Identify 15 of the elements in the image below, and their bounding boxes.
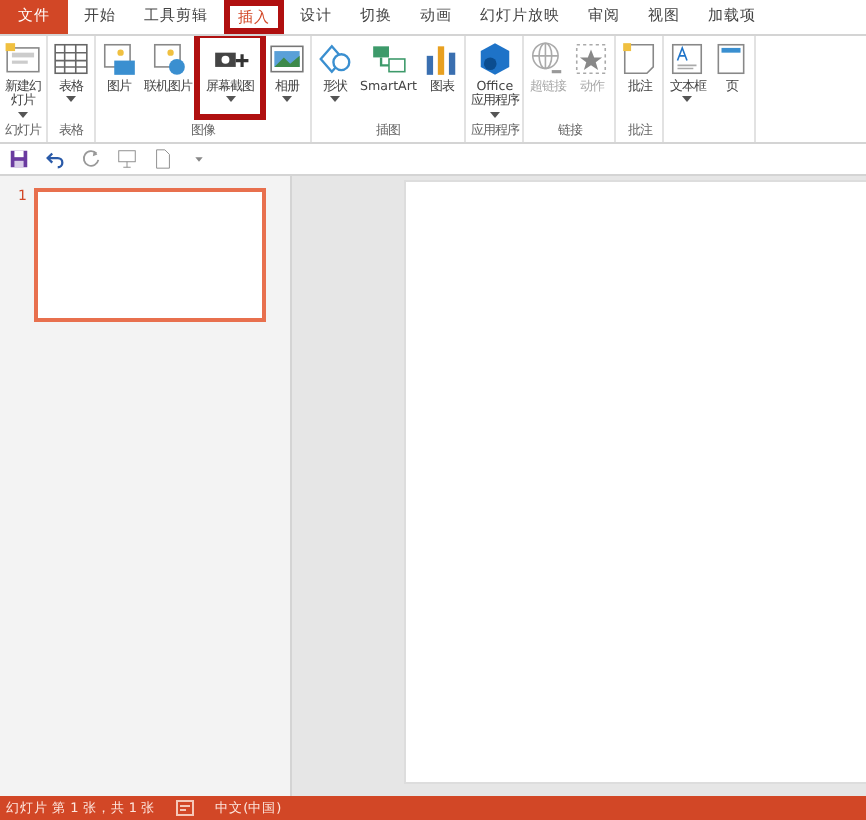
save-icon[interactable] <box>8 147 30 170</box>
new-file-icon[interactable] <box>152 147 174 170</box>
image-icon <box>100 39 138 78</box>
comment-icon <box>620 39 659 78</box>
globe-icon <box>528 39 567 78</box>
slide-thumbnail[interactable] <box>34 188 267 323</box>
shapes-icon <box>316 39 354 78</box>
image-icon <box>149 39 187 78</box>
redo-icon[interactable] <box>80 147 102 170</box>
presenter-icon[interactable] <box>116 147 138 170</box>
notes-icon[interactable] <box>175 799 196 818</box>
text-box-icon <box>668 39 707 78</box>
table-icon <box>52 39 90 78</box>
cube-icon <box>475 39 514 78</box>
undo-icon[interactable] <box>44 147 66 170</box>
